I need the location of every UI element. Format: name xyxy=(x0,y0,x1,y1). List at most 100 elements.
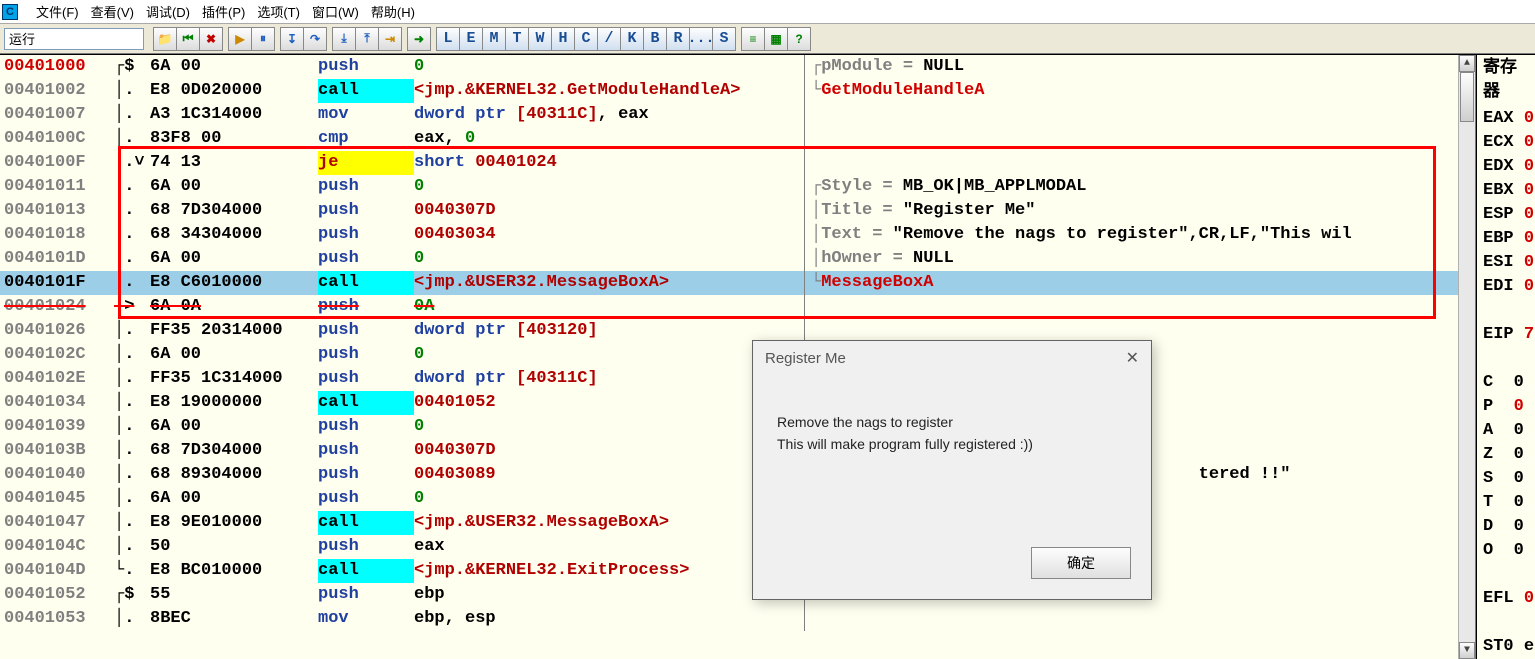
view-E-button[interactable]: E xyxy=(459,27,483,51)
register-row[interactable]: ESP 0 xyxy=(1483,203,1529,227)
disasm-row[interactable]: 0040103B│.68 7D304000push0040307D xyxy=(0,439,1475,463)
hex-bytes: 6A 00 xyxy=(150,487,318,511)
rewind-icon[interactable]: ⏮ xyxy=(176,27,200,51)
disasm-row[interactable]: 0040102C│.6A 00push0 xyxy=(0,343,1475,367)
register-row[interactable]: ST0 e xyxy=(1483,635,1529,659)
view-...-button[interactable]: ... xyxy=(689,27,713,51)
register-row[interactable]: ESI 0 xyxy=(1483,251,1529,275)
messagebox-dialog[interactable]: Register Me ✕ Remove the nags to registe… xyxy=(752,340,1152,600)
comment: │Text = "Remove the nags to register",CR… xyxy=(804,223,1475,247)
menu-plugins[interactable]: 插件(P) xyxy=(202,2,245,21)
view-S-button[interactable]: S xyxy=(712,27,736,51)
stepover-icon[interactable]: ↷ xyxy=(303,27,327,51)
disasm-row[interactable]: 0040102E│.FF35 1C314000pushdword ptr [40… xyxy=(0,367,1475,391)
view-H-button[interactable]: H xyxy=(551,27,575,51)
register-row[interactable]: EFL 0 xyxy=(1483,587,1529,611)
view-/-button[interactable]: / xyxy=(597,27,621,51)
view-M-button[interactable]: M xyxy=(482,27,506,51)
disasm-row[interactable]: 0040104D└.E8 BC010000call<jmp.&KERNEL32.… xyxy=(0,559,1475,583)
register-row[interactable]: A 0 xyxy=(1483,419,1529,443)
register-row[interactable] xyxy=(1483,563,1529,587)
register-row[interactable]: EBP 0 xyxy=(1483,227,1529,251)
close-icon[interactable]: ✕ xyxy=(1126,348,1139,368)
disasm-row[interactable]: 00401047│.E8 9E010000call<jmp.&USER32.Me… xyxy=(0,511,1475,535)
list-icon[interactable]: ≡ xyxy=(741,27,765,51)
menu-debug[interactable]: 调试(D) xyxy=(146,2,190,21)
status-box[interactable]: 运行 xyxy=(4,28,144,50)
traceover-icon[interactable]: ⤒ xyxy=(355,27,379,51)
execret-icon[interactable]: ⇥ xyxy=(378,27,402,51)
register-row[interactable]: P 0 xyxy=(1483,395,1529,419)
register-row[interactable]: EIP 7 xyxy=(1483,323,1529,347)
disasm-row[interactable]: 0040100C│.83F8 00cmpeax, 0 xyxy=(0,127,1475,151)
register-row[interactable]: EAX 0 xyxy=(1483,107,1529,131)
menu-help[interactable]: 帮助(H) xyxy=(371,2,415,21)
register-row[interactable]: D 0 xyxy=(1483,515,1529,539)
register-row[interactable]: Z 0 xyxy=(1483,443,1529,467)
register-row[interactable]: T 0 xyxy=(1483,491,1529,515)
menu-file[interactable]: 文件(F) xyxy=(36,2,79,21)
disasm-row[interactable]: 0040100F│.˅74 13jeshort 00401024 xyxy=(0,151,1475,175)
disasm-row[interactable]: 00401002│.E8 0D020000call<jmp.&KERNEL32.… xyxy=(0,79,1475,103)
view-T-button[interactable]: T xyxy=(505,27,529,51)
view-L-button[interactable]: L xyxy=(436,27,460,51)
register-row[interactable] xyxy=(1483,299,1529,323)
disasm-row[interactable]: 00401045│.6A 00push0 xyxy=(0,487,1475,511)
close-icon[interactable]: ✖ xyxy=(199,27,223,51)
disasm-row[interactable]: 00401013│.68 7D304000push0040307D│Title … xyxy=(0,199,1475,223)
stepinto-icon[interactable]: ↧ xyxy=(280,27,304,51)
register-row[interactable]: O 0 xyxy=(1483,539,1529,563)
disasm-row[interactable]: 00401024│>6A 0Apush0A xyxy=(0,295,1475,319)
scroll-down-icon[interactable]: ▼ xyxy=(1459,642,1475,659)
register-row[interactable]: S 0 xyxy=(1483,467,1529,491)
register-row[interactable] xyxy=(1483,611,1529,635)
menu-view[interactable]: 查看(V) xyxy=(91,2,134,21)
register-row[interactable]: C 0 xyxy=(1483,371,1529,395)
disasm-row[interactable]: 00401026│.FF35 20314000pushdword ptr [40… xyxy=(0,319,1475,343)
run-icon[interactable]: ▶ xyxy=(228,27,252,51)
disasm-row[interactable]: 00401007│.A3 1C314000movdword ptr [40311… xyxy=(0,103,1475,127)
scroll-up-icon[interactable]: ▲ xyxy=(1459,55,1475,72)
register-row[interactable]: ECX 0 xyxy=(1483,131,1529,155)
disassembly-pane[interactable]: 00401000┌$6A 00push0┌pModule = NULL00401… xyxy=(0,55,1476,659)
scroll-thumb[interactable] xyxy=(1460,72,1474,122)
disasm-row[interactable]: 00401039│.6A 00push0 xyxy=(0,415,1475,439)
mnemonic: cmp xyxy=(318,127,414,151)
view-C-button[interactable]: C xyxy=(574,27,598,51)
register-row[interactable]: EDX 0 xyxy=(1483,155,1529,179)
disasm-row[interactable]: 0040104C│.50pusheax xyxy=(0,535,1475,559)
pause-icon[interactable]: ⏸ xyxy=(251,27,275,51)
disasm-row[interactable]: 00401018│.68 34304000push00403034│Text =… xyxy=(0,223,1475,247)
registers-pane[interactable]: 寄存器 EAX 0ECX 0EDX 0EBX 0ESP 0EBP 0ESI 0E… xyxy=(1476,55,1535,659)
menu-window[interactable]: 窗口(W) xyxy=(312,2,359,21)
scrollbar-vertical[interactable]: ▲ ▼ xyxy=(1458,55,1475,659)
disasm-row[interactable]: 00401011│.6A 00push0┌Style = MB_OK|MB_AP… xyxy=(0,175,1475,199)
hex-bytes: FF35 1C314000 xyxy=(150,367,318,391)
dialog-titlebar[interactable]: Register Me ✕ xyxy=(753,341,1151,375)
register-row[interactable] xyxy=(1483,347,1529,371)
view-B-button[interactable]: B xyxy=(643,27,667,51)
disasm-row[interactable]: 0040101F│.E8 C6010000call<jmp.&USER32.Me… xyxy=(0,271,1475,295)
menu-options[interactable]: 选项(T) xyxy=(257,2,300,21)
hex-bytes: A3 1C314000 xyxy=(150,103,318,127)
disasm-row[interactable]: 00401052┌$55pushebp xyxy=(0,583,1475,607)
address: 0040100F xyxy=(0,151,110,175)
register-row[interactable]: EBX 0 xyxy=(1483,179,1529,203)
help-icon[interactable]: ? xyxy=(787,27,811,51)
open-icon[interactable]: 📁 xyxy=(153,27,177,51)
view-R-button[interactable]: R xyxy=(666,27,690,51)
address: 00401045 xyxy=(0,487,110,511)
register-row[interactable]: EDI 0 xyxy=(1483,275,1529,299)
menu-bar: C 文件(F) 查看(V) 调试(D) 插件(P) 选项(T) 窗口(W) 帮助… xyxy=(0,0,1535,24)
disasm-row[interactable]: 00401053│.8BECmovebp, esp xyxy=(0,607,1475,631)
disasm-row[interactable]: 00401040│.68 89304000push00403089 tered … xyxy=(0,463,1475,487)
grid-icon[interactable]: ▦ xyxy=(764,27,788,51)
disasm-row[interactable]: 00401000┌$6A 00push0┌pModule = NULL xyxy=(0,55,1475,79)
ok-button[interactable]: 确定 xyxy=(1031,547,1131,579)
disasm-row[interactable]: 00401034│.E8 19000000call00401052 xyxy=(0,391,1475,415)
disasm-row[interactable]: 0040101D│.6A 00push0│hOwner = NULL xyxy=(0,247,1475,271)
goto-icon[interactable]: ➜ xyxy=(407,27,431,51)
view-W-button[interactable]: W xyxy=(528,27,552,51)
view-K-button[interactable]: K xyxy=(620,27,644,51)
traceinto-icon[interactable]: ⤓ xyxy=(332,27,356,51)
